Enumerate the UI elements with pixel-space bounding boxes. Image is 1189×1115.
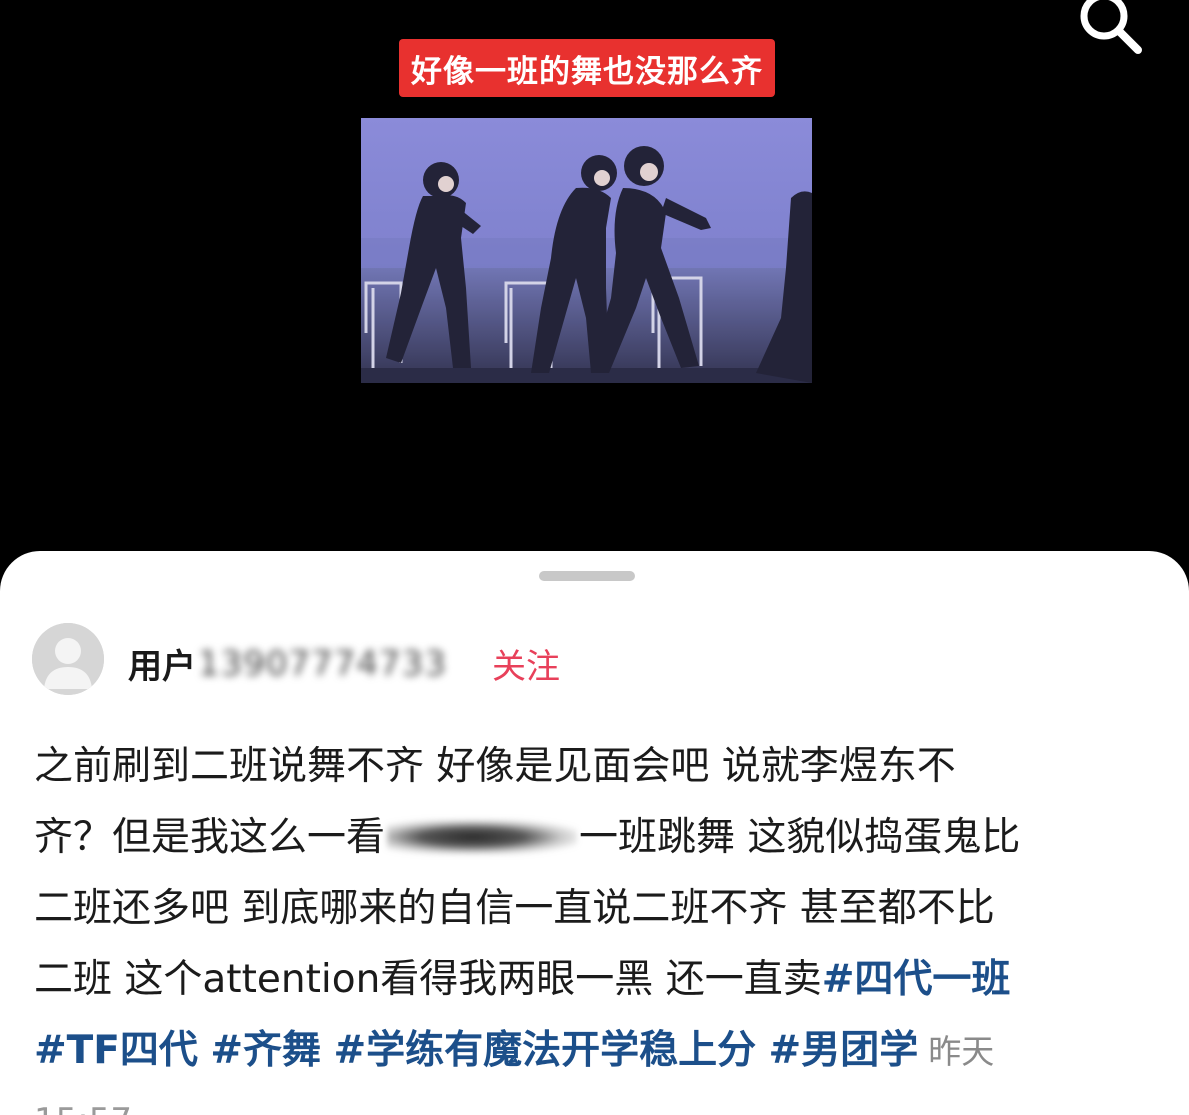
hashtag[interactable]: #四代一班 [822,957,1011,1002]
post-date: 昨天 [928,1032,995,1071]
post-line-text: 齐？但是我这么一看 [34,815,386,860]
post-line-text: 二班 这个attention看得我两眼一黑 还一直卖 [34,957,822,1002]
hashtag[interactable]: #学练有魔法开学稳上分 [333,1028,756,1073]
author-name[interactable]: 用户 13907774733 [128,639,447,688]
author-name-prefix: 用户 [128,647,196,687]
author-name-blurred: 13907774733 [198,643,447,684]
hashtag[interactable]: #TF四代 [34,1028,198,1073]
search-icon [1080,0,1142,54]
post-line: 二班 这个attention看得我两眼一黑 还一直卖#四代一班 [34,944,1154,1015]
comment-sheet: 用户 13907774733 关注 之前刷到二班说舞不齐 好像是见面会吧 说就李… [0,551,1189,1115]
post-line-text: 一班跳舞 这貌似捣蛋鬼比 [579,815,1021,860]
avatar[interactable] [32,623,104,695]
user-avatar-icon [32,623,104,695]
hashtag[interactable]: #齐舞 [210,1028,321,1073]
video-frame[interactable] [361,118,812,383]
redacted-text [387,820,578,854]
post-body: 之前刷到二班说舞不齐 好像是见面会吧 说就李煜东不 齐？但是我这么一看 一班跳舞 … [34,731,1154,1087]
post-line: #TF四代 #齐舞 #学练有魔法开学稳上分 #男团学 昨天 [34,1015,1154,1087]
follow-button[interactable]: 关注 [492,639,560,688]
post-line: 二班还多吧 到底哪来的自信一直说二班不齐 甚至都不比 [34,886,995,931]
post-time: 15:57 [34,1101,132,1115]
search-button[interactable] [1068,0,1148,58]
video-caption-banner: 好像一班的舞也没那么齐 [399,39,775,97]
hashtag[interactable]: #男团学 [769,1028,919,1073]
post-line: 齐？但是我这么一看 一班跳舞 这貌似捣蛋鬼比 [34,802,1154,873]
drag-handle[interactable] [539,571,635,581]
post-line: 之前刷到二班说舞不齐 好像是见面会吧 说就李煜东不 [34,744,956,789]
dance-video-still [361,118,812,383]
